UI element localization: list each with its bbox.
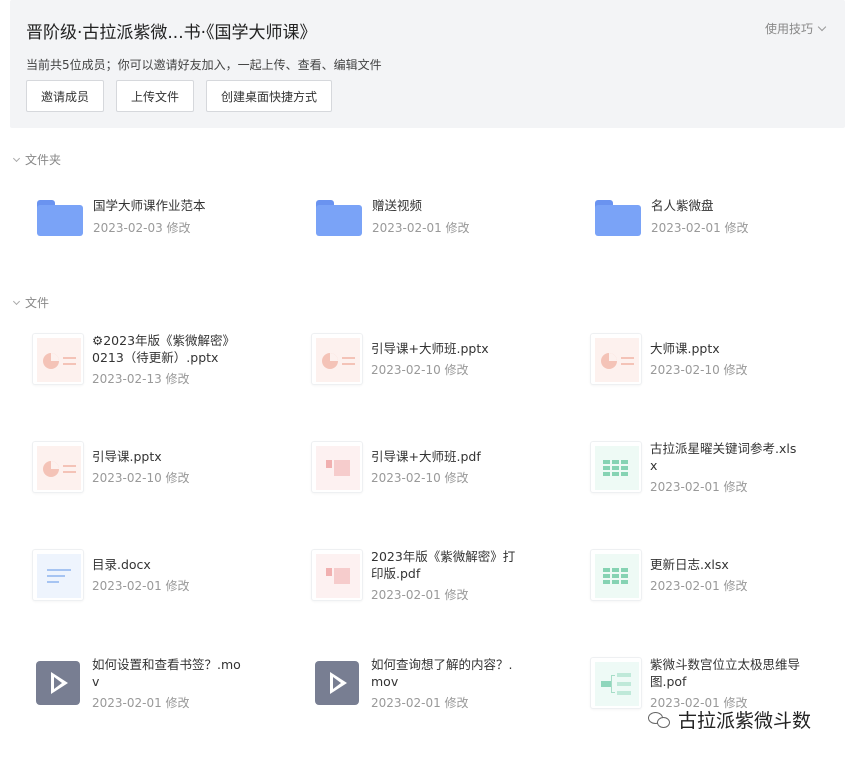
upload-file-button[interactable]: 上传文件 — [116, 80, 195, 112]
file-name: 目录.docx — [92, 557, 151, 572]
member-info: 当前共5位成员；你可以邀请好友加入，一起上传、查看、编辑文件 — [26, 58, 382, 72]
xlsx-file-icon — [590, 441, 642, 493]
folders-section-toggle[interactable]: 文件夹 — [12, 151, 62, 168]
folder-name: 赠送视频 — [372, 198, 423, 213]
folder-item[interactable]: 赠送视频 2023-02-01 修改 — [312, 192, 572, 252]
folder-modified: 2023-02-03 修改 — [93, 221, 191, 235]
file-item[interactable]: 引导课+大师班.pptx 2023-02-10 修改 — [311, 333, 571, 393]
file-item[interactable]: 引导课.pptx 2023-02-10 修改 — [32, 441, 292, 501]
chevron-down-icon — [817, 22, 827, 32]
file-name: 更新日志.xlsx — [650, 557, 729, 572]
file-name: 紫微斗数宫位立太极思维导图.pof — [650, 657, 801, 689]
pptx-file-icon — [311, 333, 363, 385]
folder-item[interactable]: 名人紫微盘 2023-02-01 修改 — [591, 192, 851, 252]
xlsx-file-icon — [590, 549, 642, 601]
file-item[interactable]: 引导课+大师班.pdf 2023-02-10 修改 — [311, 441, 571, 501]
file-name: 引导课+大师班.pptx — [371, 341, 489, 356]
file-name: 2023年版《紫微解密》打印版.pdf — [371, 549, 516, 581]
file-name: 如何设置和查看书签？.mov — [92, 657, 241, 689]
docx-file-icon — [32, 549, 84, 601]
chevron-down-icon — [12, 154, 21, 162]
video-file-icon — [311, 657, 363, 709]
file-item[interactable]: ⚙2023年版《紫微解密》0213（待更新）.pptx 2023-02-13 修… — [32, 333, 292, 393]
folder-modified: 2023-02-01 修改 — [372, 221, 470, 235]
file-modified: 2023-02-01 修改 — [92, 579, 190, 593]
file-item[interactable]: 更新日志.xlsx 2023-02-01 修改 — [590, 549, 850, 609]
file-modified: 2023-02-10 修改 — [650, 363, 748, 377]
file-item[interactable]: 大师课.pptx 2023-02-10 修改 — [590, 333, 850, 393]
folder-icon — [591, 192, 643, 244]
pdf-file-icon — [311, 549, 363, 601]
file-modified: 2023-02-01 修改 — [92, 696, 190, 710]
folders-section-label: 文件夹 — [25, 153, 62, 167]
folder-item[interactable]: 国学大师课作业范本 2023-02-03 修改 — [33, 192, 293, 252]
folder-name: 名人紫微盘 — [651, 198, 714, 213]
watermark-text: 古拉派紫微斗数 — [678, 710, 812, 732]
folder-modified: 2023-02-01 修改 — [651, 221, 749, 235]
file-name: 如何查询想了解的内容？.mov — [371, 657, 513, 689]
video-file-icon — [32, 657, 84, 709]
wechat-icon — [648, 710, 672, 730]
file-name: 引导课.pptx — [92, 449, 162, 464]
file-modified: 2023-02-01 修改 — [650, 579, 748, 593]
file-modified: 2023-02-01 修改 — [371, 696, 469, 710]
file-item[interactable]: 如何查询想了解的内容？.mov 2023-02-01 修改 — [311, 657, 571, 717]
files-section-toggle[interactable]: 文件 — [12, 294, 50, 311]
file-name: 引导课+大师班.pdf — [371, 449, 481, 464]
pptx-file-icon — [590, 333, 642, 385]
mindmap-file-icon — [590, 657, 642, 709]
usage-tips-dropdown[interactable]: 使用技巧 — [764, 20, 827, 37]
file-item[interactable]: 如何设置和查看书签？.mov 2023-02-01 修改 — [32, 657, 292, 717]
file-modified: 2023-02-10 修改 — [371, 363, 469, 377]
create-shortcut-button[interactable]: 创建桌面快捷方式 — [206, 80, 333, 112]
group-header: 晋阶级·古拉派紫微...书·《国学大师课》 使用技巧 当前共5位成员；你可以邀请… — [10, 0, 845, 128]
file-modified: 2023-02-10 修改 — [92, 471, 190, 485]
usage-tips-label: 使用技巧 — [764, 22, 813, 36]
file-item[interactable]: 2023年版《紫微解密》打印版.pdf 2023-02-01 修改 — [311, 549, 571, 609]
pptx-file-icon — [32, 441, 84, 493]
file-item[interactable]: 古拉派星曜关键词参考.xlsx 2023-02-01 修改 — [590, 441, 850, 501]
folder-icon — [33, 192, 85, 244]
folder-icon — [312, 192, 364, 244]
page-title: 晋阶级·古拉派紫微...书·《国学大师课》 — [26, 23, 317, 43]
file-name: 大师课.pptx — [650, 341, 720, 356]
file-item[interactable]: 目录.docx 2023-02-01 修改 — [32, 549, 292, 609]
pdf-file-icon — [311, 441, 363, 493]
pptx-file-icon — [32, 333, 84, 385]
file-name: 古拉派星曜关键词参考.xlsx — [650, 441, 797, 473]
invite-members-button[interactable]: 邀请成员 — [26, 80, 105, 112]
file-modified: 2023-02-01 修改 — [650, 480, 748, 494]
chevron-down-icon — [12, 297, 21, 305]
watermark: 古拉派紫微斗数 — [648, 706, 811, 733]
header-actions: 邀请成员 上传文件 创建桌面快捷方式 — [26, 80, 333, 112]
file-modified: 2023-02-10 修改 — [371, 471, 469, 485]
folder-name: 国学大师课作业范本 — [93, 198, 206, 213]
file-name: ⚙2023年版《紫微解密》0213（待更新）.pptx — [92, 333, 236, 365]
file-modified: 2023-02-01 修改 — [371, 588, 469, 602]
file-modified: 2023-02-13 修改 — [92, 372, 190, 386]
files-section-label: 文件 — [25, 296, 50, 310]
